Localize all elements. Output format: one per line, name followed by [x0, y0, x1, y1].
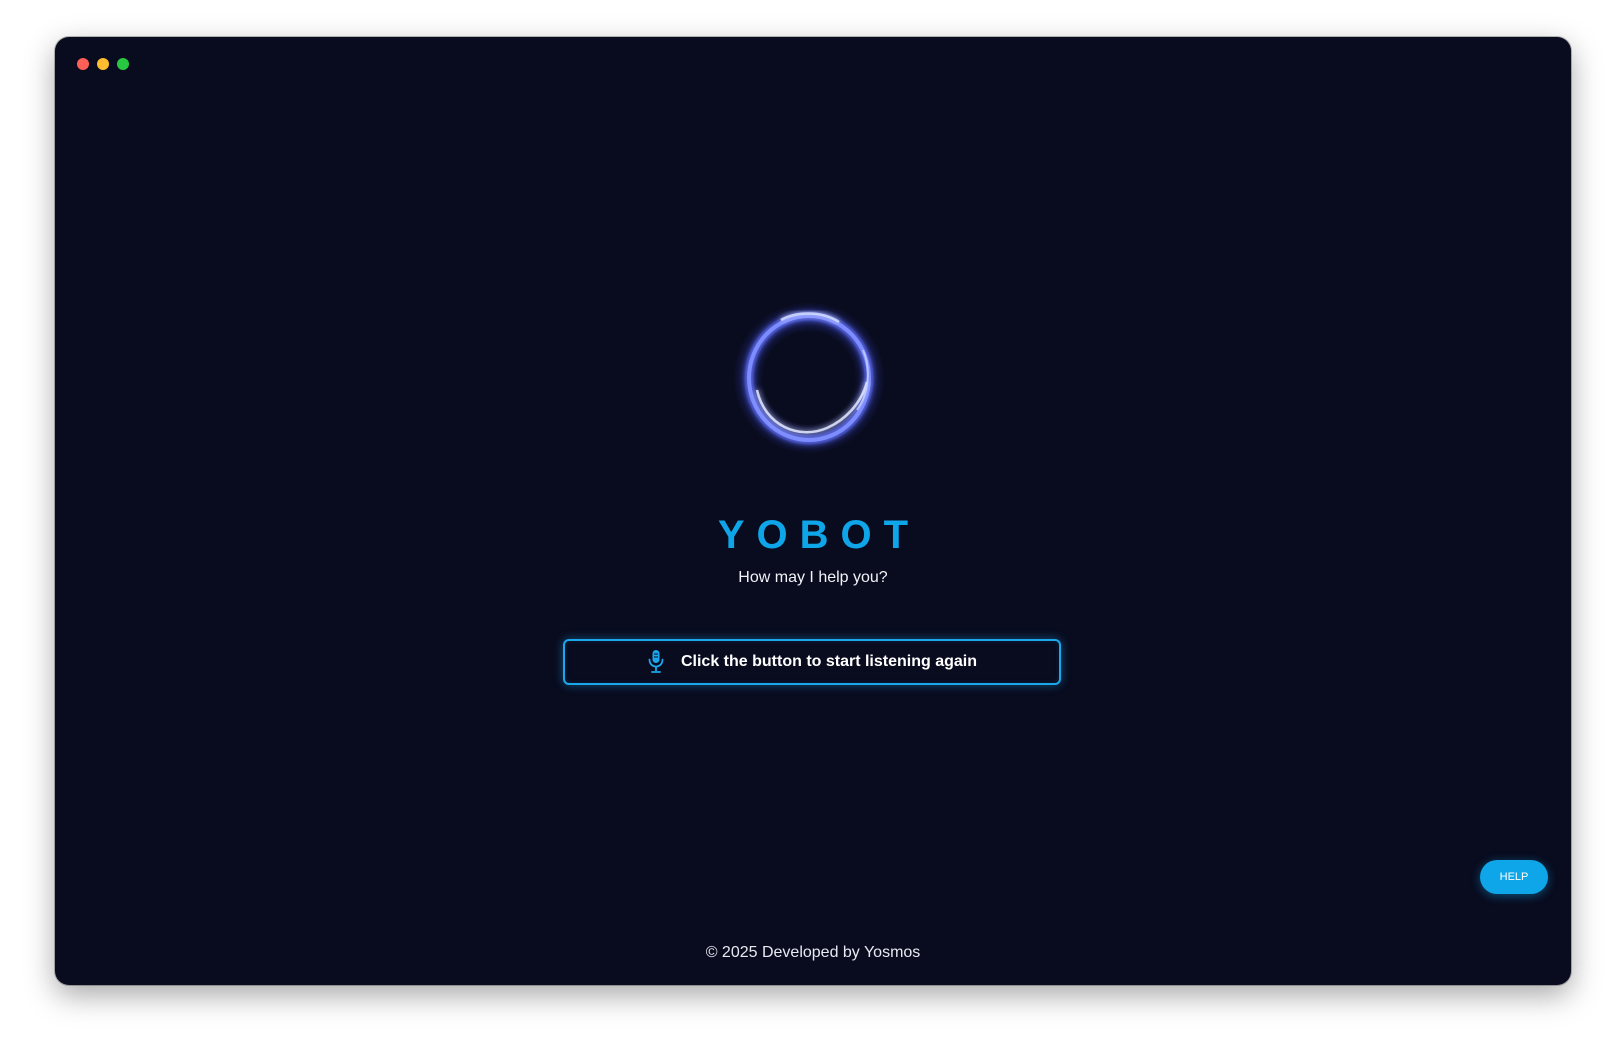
start-listening-button[interactable]: Click the button to start listening agai… [563, 639, 1061, 685]
greeting-subtitle: How may I help you? [738, 569, 888, 586]
start-listening-label: Click the button to start listening agai… [680, 653, 977, 670]
maximize-window-button[interactable] [117, 58, 129, 70]
window-controls [77, 58, 129, 70]
microphone-icon [648, 650, 664, 673]
orb-logo-icon [733, 302, 885, 454]
close-window-button[interactable] [77, 58, 89, 70]
footer-copyright: © 2025 Developed by Yosmos [705, 944, 921, 961]
app-title: YOBOT [717, 513, 921, 557]
minimize-window-button[interactable] [97, 58, 109, 70]
app-window: YOBOT How may I help you? Click the butt… [55, 37, 1571, 985]
help-button[interactable]: HELP [1480, 860, 1548, 894]
